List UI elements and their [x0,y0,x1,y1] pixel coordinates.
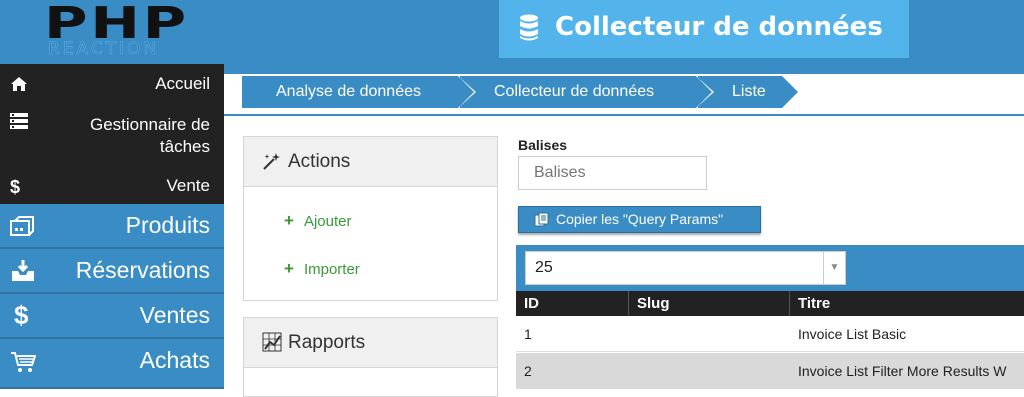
copy-query-params-button[interactable]: Copier les "Query Params" [518,206,761,233]
sidebar-item-accueil[interactable]: Accueil [0,64,224,104]
add-link-label: Ajouter [303,213,352,230]
chevron-down-icon[interactable]: ▼ [823,252,845,284]
tags-label: Balises [518,137,568,153]
cell-id: 2 [524,363,532,379]
sidebar-item-label: Produits [125,212,210,238]
plus-icon: + [284,211,294,230]
add-link[interactable]: + Ajouter [284,211,351,231]
table-header: ID Slug Titre [516,291,1024,316]
table-row[interactable]: 1 Invoice List Basic [516,316,1024,352]
dollar-icon: $ [10,177,21,197]
sidebar-item-gestionnaire[interactable]: Gestionnaire de tâches [0,108,224,164]
table-toolbar: 25 ▼ [516,245,1024,291]
breadcrumb-label: Analyse de données [276,83,421,100]
page-size-value: 25 [535,259,553,276]
sidebar-item-reservations[interactable]: Réservations [0,249,224,294]
sidebar-item-ventes[interactable]: $ Ventes [0,294,224,339]
inbox-icon [12,260,34,281]
import-link[interactable]: + Importer [284,259,360,279]
cell-title: Invoice List Filter More Results W [798,363,1007,379]
dollar-icon: $ [14,300,29,330]
actions-panel-header: Actions [244,137,497,187]
column-header-title[interactable]: Titre [790,291,1024,316]
table-row[interactable]: 2 Invoice List Filter More Results W [516,353,1024,389]
sidebar-item-label: Accueil [155,74,210,93]
cell-slug [629,353,790,389]
breadcrumb-label: Collecteur de données [494,83,655,100]
sidebar-item-label: Gestionnaire de tâches [89,115,210,156]
sidebar-item-label: Réservations [75,257,210,283]
import-link-label: Importer [303,261,360,278]
logo-subtext: REACTION [48,39,160,60]
sidebar: Accueil Gestionnaire de tâches $ Vente P… [0,64,224,389]
column-header-id[interactable]: ID [516,291,629,316]
sidebar-item-label: Achats [139,347,210,373]
actions-panel: Actions + Ajouter + Importer [243,136,498,301]
plus-icon: + [284,259,294,278]
reports-panel-header: Rapports [244,318,497,368]
page-size-select[interactable]: 25 ▼ [525,251,846,285]
sidebar-item-produits[interactable]: Produits [0,204,224,249]
breadcrumb-label: Liste [732,83,766,100]
chart-icon [262,332,282,352]
copy-icon [534,212,549,227]
sidebar-item-label: Vente [166,176,211,195]
sidebar-item-label: Ventes [139,302,210,328]
cell-id: 1 [524,326,532,342]
logo[interactable]: PHP REACTION [0,0,224,64]
page-title: Collecteur de données [555,12,883,42]
home-icon [11,77,27,91]
magic-wand-icon [263,153,280,170]
breadcrumb-item[interactable]: Collecteur de données [460,76,714,108]
sidebar-item-achats[interactable]: Achats [0,339,224,389]
reports-panel-title: Rapports [288,332,366,353]
database-icon [520,14,538,41]
cart-icon [11,352,36,372]
cell-slug [629,316,790,352]
sidebar-item-vente[interactable]: $ Vente [0,168,224,204]
products-icon [10,216,34,236]
header-strip [224,64,1024,74]
page-title-box: Collecteur de données [499,0,909,58]
reports-panel: Rapports [243,317,498,397]
actions-panel-title: Actions [288,151,351,172]
tags-input[interactable] [518,156,707,190]
breadcrumb-item[interactable]: Analyse de données [242,76,476,108]
copy-query-params-label: Copier les "Query Params" [556,211,724,227]
breadcrumb: Analyse de données Collecteur de données… [224,74,1024,116]
tasks-icon [10,113,28,129]
cell-title: Invoice List Basic [798,326,907,342]
column-header-slug[interactable]: Slug [629,291,790,316]
